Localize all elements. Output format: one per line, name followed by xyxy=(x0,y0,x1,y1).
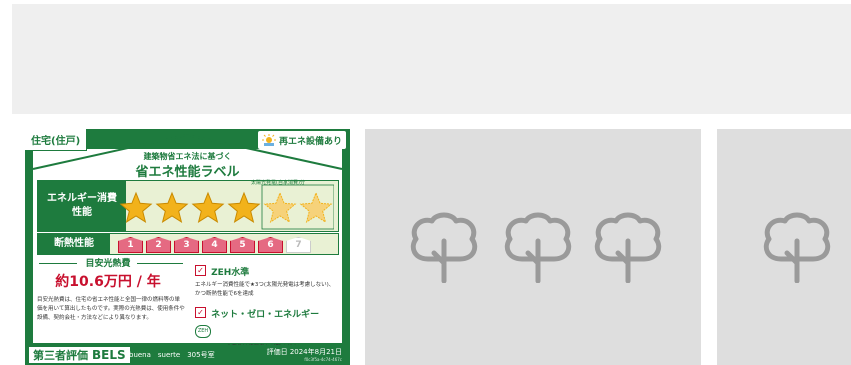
cost-description: 目安光熱費は、住宅の省エネ性能と全国一律の燃料等の単価を用いて算出したものです。… xyxy=(37,297,185,321)
zeh-logo: ZEH xyxy=(195,324,211,338)
cost-value: 約10.6万円 / 年 xyxy=(55,274,161,290)
insulation-level: 5 xyxy=(230,237,255,253)
zeh-check-icon: ✓ xyxy=(195,265,206,276)
sun-icon xyxy=(261,134,276,146)
evaluation-date: 評価日 2024年8月21日 xyxy=(266,348,342,356)
energy-star xyxy=(299,191,333,223)
third-party-text: 第三者評価 xyxy=(33,349,88,362)
insulation-level: 6 xyxy=(258,237,283,253)
property-name: buena suerte 305号室 xyxy=(129,351,215,359)
insulation-level: 4 xyxy=(202,237,227,253)
renewable-tag-text: 再エネ設備あり xyxy=(278,136,342,147)
energy-star xyxy=(227,191,261,223)
netzero-check-icon: ✓ xyxy=(195,306,206,318)
insulation-level: 7 xyxy=(286,237,311,253)
insulation-row: 断熱性能 1234567 xyxy=(37,233,339,255)
label-title: 省エネ性能ラベル xyxy=(135,165,240,180)
tree-icon xyxy=(500,211,584,283)
energy-performance-heading: エネルギー消費性能 xyxy=(38,181,126,231)
label-footer: 第三者評価 BELS buena suerte 305号室 評価日 2024年8… xyxy=(25,345,350,365)
insulation-heading: 断熱性能 xyxy=(38,234,110,254)
zeh-section: ✓ ZEH水準 エネルギー消費性能で★3つ(太陽光発電は考慮しない)、かつ断熱性… xyxy=(195,260,335,351)
energy-label-card[interactable]: 住宅(住戸) 再エネ設備あり 建築物省エネ法に基づく 省エネ性能ラベル エネルギ… xyxy=(25,129,350,365)
energy-performance-row: エネルギー消費性能 xyxy=(37,180,339,232)
tree-icon xyxy=(590,211,674,283)
energy-star xyxy=(191,191,225,223)
energy-stars xyxy=(119,184,334,230)
insulation-levels: 1234567 xyxy=(118,237,311,253)
insulation-level: 2 xyxy=(146,237,171,253)
renewable-tag: 再エネ設備あり xyxy=(257,131,346,149)
image-placeholder-1[interactable] xyxy=(365,129,701,365)
top-banner xyxy=(12,4,851,114)
energy-star xyxy=(263,191,297,223)
bels-logo-text: BELS xyxy=(92,348,126,362)
tree-icon xyxy=(759,211,843,283)
insulation-level: 1 xyxy=(118,237,143,253)
insulation-level: 3 xyxy=(174,237,199,253)
energy-star xyxy=(119,191,153,223)
bels-badge: 第三者評価 BELS xyxy=(29,347,130,363)
zeh-description: エネルギー消費性能で★3つ(太陽光発電は考慮しない)、かつ断熱性能で6を達成 xyxy=(195,282,335,297)
housing-type-tag: 住宅(住戸) xyxy=(25,129,88,151)
cost-heading: 目安光熱費 xyxy=(85,259,131,269)
evaluation-code: f0c3f5a-4c74-467c xyxy=(304,357,342,362)
zeh-title: ZEH水準 xyxy=(211,268,250,278)
netzero-title: ネット・ゼロ・エネルギー xyxy=(211,309,320,320)
solar-note: 太陽光発電(自家消費)分 xyxy=(251,180,305,186)
tree-icon xyxy=(406,211,490,283)
image-placeholder-2[interactable] xyxy=(717,129,851,365)
energy-star xyxy=(155,191,189,223)
